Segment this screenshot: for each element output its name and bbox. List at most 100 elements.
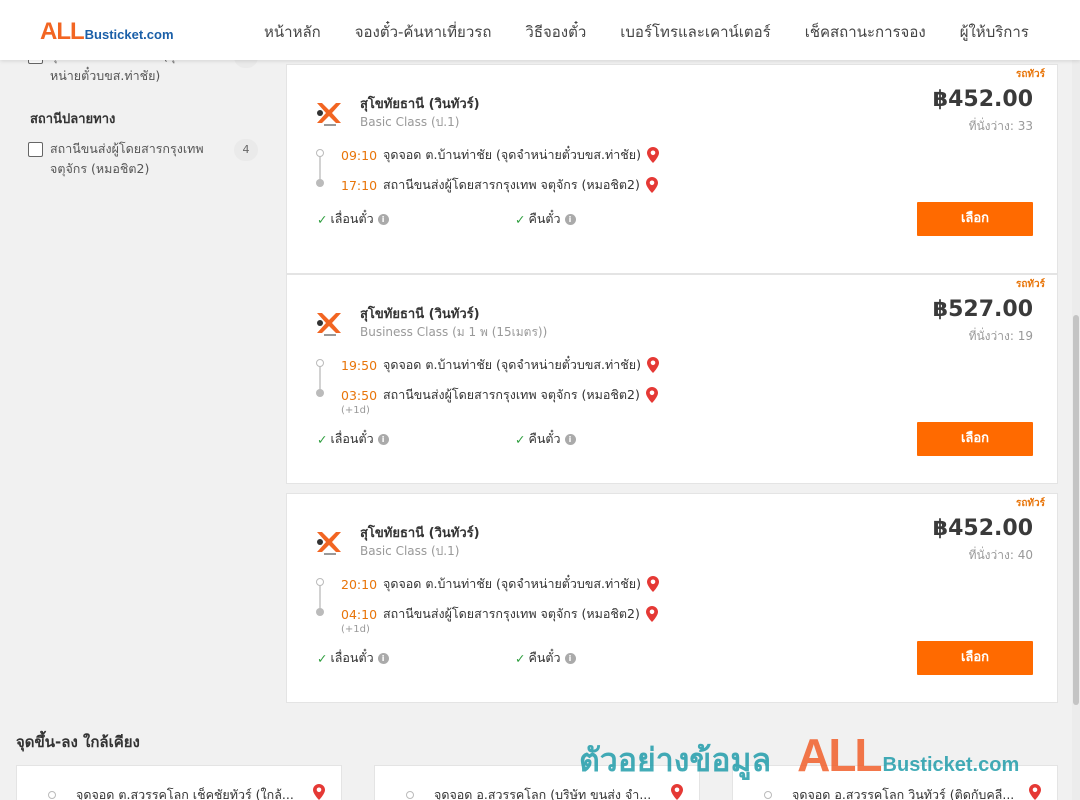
trip-card: รถทัวร์ สุโขทัยธานี (วินทัวร์) Business … xyxy=(286,274,1058,484)
departure-place: จุดจอด ต.บ้านท่าชัย (จุดจำหน่ายตั๋วบขส.ท… xyxy=(383,576,641,591)
map-pin-icon[interactable] xyxy=(313,784,325,800)
nearby-stop-label: จุดจอด อ.สวรรคโลก วินทัวร์ (ติดกับคลี... xyxy=(792,787,1015,800)
departure-row: 20:10 จุดจอด ต.บ้านท่าชัย (จุดจำหน่ายตั๋… xyxy=(341,574,659,594)
bus-type-tag: รถทัวร์ xyxy=(1015,69,1045,80)
nav-book-search[interactable]: จองตั๋ว-ค้นหาเที่ยวรถ xyxy=(355,20,492,44)
departure-row: 19:50 จุดจอด ต.บ้านท่าชัย (จุดจำหน่ายตั๋… xyxy=(341,355,659,375)
check-icon: ✓ xyxy=(317,431,328,447)
page-scrollbar[interactable] xyxy=(1072,60,1080,800)
operator-logo-icon xyxy=(317,313,341,336)
map-pin-icon[interactable] xyxy=(645,606,658,622)
nearby-stop-label: จุดจอด อ.สวรรคโลก (บริษัท ขนส่ง จำ... xyxy=(434,787,652,800)
check-icon: ✓ xyxy=(515,650,526,666)
logo-domain-text: Busticket.com xyxy=(84,27,174,42)
departure-time: 19:50 xyxy=(341,357,378,373)
refund-feature: ✓ คืนตั๋ว i xyxy=(515,648,576,668)
map-pin-icon[interactable] xyxy=(646,147,659,163)
departure-dot-icon xyxy=(316,578,324,586)
nearby-stop-card[interactable]: จุดจอด ต.สวรรคโลก เช็คชัยทัวร์ (ใกล้... xyxy=(16,765,342,800)
arrival-dot-icon xyxy=(316,608,324,616)
departure-place: จุดจอด ต.บ้านท่าชัย (จุดจำหน่ายตั๋วบขส.ท… xyxy=(383,357,641,372)
refund-feature: ✓ คืนตั๋ว i xyxy=(515,209,576,229)
info-icon[interactable]: i xyxy=(564,213,576,225)
scrollbar-thumb[interactable] xyxy=(1073,315,1079,705)
bus-class: Basic Class (ป.1) xyxy=(360,115,460,129)
info-icon[interactable]: i xyxy=(377,652,389,664)
destination-filter-title: สถานีปลายทาง xyxy=(30,112,116,127)
site-header: ALL Busticket.com หน้าหลัก จองตั๋ว-ค้นหา… xyxy=(0,0,1080,60)
trip-card: รถทัวร์ สุโขทัยธานี (วินทัวร์) Basic Cla… xyxy=(286,493,1058,703)
bus-type-tag: รถทัวร์ xyxy=(1015,279,1045,290)
select-trip-button[interactable]: เลือก xyxy=(917,641,1033,675)
nav-operators[interactable]: ผู้ให้บริการ xyxy=(960,20,1029,44)
check-icon: ✓ xyxy=(317,211,328,227)
available-seats: ที่นั่งว่าง: 33 xyxy=(968,119,1033,133)
stop-dot-icon xyxy=(764,791,772,799)
map-pin-icon[interactable] xyxy=(646,576,659,592)
info-icon[interactable]: i xyxy=(564,433,576,445)
arrival-row: 04:10 สถานีขนส่งผู้โดยสารกรุงเทพ จตุจักร… xyxy=(341,604,658,624)
nav-phone-counter[interactable]: เบอร์โทรและเคาน์เตอร์ xyxy=(620,20,770,44)
info-icon[interactable]: i xyxy=(377,213,389,225)
select-trip-button[interactable]: เลือก xyxy=(917,422,1033,456)
refund-label: คืนตั๋ว xyxy=(528,211,561,226)
logo-all-text: ALL xyxy=(40,18,85,45)
refund-label: คืนตั๋ว xyxy=(528,650,561,665)
arrival-place: สถานีขนส่งผู้โดยสารกรุงเทพ จตุจักร (หมอช… xyxy=(383,606,640,621)
arrival-row: 17:10 สถานีขนส่งผู้โดยสารกรุงเทพ จตุจักร… xyxy=(341,175,658,195)
destination-filter-option[interactable]: สถานีขนส่งผู้โดยสารกรุงเทพ จตุจักร (หมอช… xyxy=(28,139,260,179)
departure-row: 09:10 จุดจอด ต.บ้านท่าชัย (จุดจำหน่ายตั๋… xyxy=(341,145,659,165)
postpone-feature: ✓ เลื่อนตั๋ว i xyxy=(317,429,389,449)
nearby-stop-card[interactable]: จุดจอด อ.สวรรคโลก วินทัวร์ (ติดกับคลี... xyxy=(732,765,1058,800)
postpone-label: เลื่อนตั๋ว xyxy=(330,650,374,665)
arrival-time: 04:10 xyxy=(341,606,378,622)
filter-sidebar: จุดจอด ต.บ้านท่าชัย (จุดจำหน่ายตั๋วบขส.ท… xyxy=(28,46,260,179)
refund-label: คืนตั๋ว xyxy=(528,431,561,446)
map-pin-icon[interactable] xyxy=(1029,784,1041,800)
check-icon: ✓ xyxy=(317,650,328,666)
check-icon: ✓ xyxy=(515,211,526,227)
nav-home[interactable]: หน้าหลัก xyxy=(264,20,321,44)
destination-filter-label: สถานีขนส่งผู้โดยสารกรุงเทพ จตุจักร (หมอช… xyxy=(50,141,204,176)
arrival-dot-icon xyxy=(316,179,324,187)
nav-how-to-book[interactable]: วิธีจองตั๋ว xyxy=(525,20,586,44)
destination-filter-checkbox[interactable] xyxy=(28,142,43,157)
operator-name: สุโขทัยธานี (วินทัวร์) xyxy=(360,307,480,322)
arrival-row: 03:50 สถานีขนส่งผู้โดยสารกรุงเทพ จตุจักร… xyxy=(341,385,658,405)
arrival-time: 17:10 xyxy=(341,177,378,193)
ticket-price: ฿527.00 xyxy=(932,297,1033,322)
arrival-dot-icon xyxy=(316,389,324,397)
site-logo[interactable]: ALL Busticket.com xyxy=(40,18,174,46)
postpone-label: เลื่อนตั๋ว xyxy=(330,431,374,446)
postpone-feature: ✓ เลื่อนตั๋ว i xyxy=(317,209,389,229)
operator-logo-icon xyxy=(317,532,341,555)
available-seats: ที่นั่งว่าง: 19 xyxy=(968,329,1033,343)
arrival-place: สถานีขนส่งผู้โดยสารกรุงเทพ จตุจักร (หมอช… xyxy=(383,387,640,402)
bus-type-tag: รถทัวร์ xyxy=(1015,498,1045,509)
postpone-label: เลื่อนตั๋ว xyxy=(330,211,374,226)
map-pin-icon[interactable] xyxy=(646,357,659,373)
operator-name: สุโขทัยธานี (วินทัวร์) xyxy=(360,526,480,541)
next-day-indicator: (+1d) xyxy=(341,624,370,635)
info-icon[interactable]: i xyxy=(564,652,576,664)
main-nav: หน้าหลัก จองตั๋ว-ค้นหาเที่ยวรถ วิธีจองตั… xyxy=(264,20,1063,44)
stop-dot-icon xyxy=(48,791,56,799)
postpone-feature: ✓ เลื่อนตั๋ว i xyxy=(317,648,389,668)
nav-check-status[interactable]: เช็คสถานะการจอง xyxy=(805,20,926,44)
select-trip-button[interactable]: เลือก xyxy=(917,202,1033,236)
arrival-place: สถานีขนส่งผู้โดยสารกรุงเทพ จตุจักร (หมอช… xyxy=(383,177,640,192)
info-icon[interactable]: i xyxy=(377,433,389,445)
map-pin-icon[interactable] xyxy=(645,177,658,193)
map-pin-icon[interactable] xyxy=(671,784,683,800)
map-pin-icon[interactable] xyxy=(645,387,658,403)
check-icon: ✓ xyxy=(515,431,526,447)
nearby-stops-title: จุดขึ้น-ลง ใกล้เคียง xyxy=(16,733,140,751)
bus-class: Business Class (ม 1 พ (15เมตร)) xyxy=(360,325,548,339)
nearby-stop-label: จุดจอด ต.สวรรคโลก เช็คชัยทัวร์ (ใกล้... xyxy=(76,787,294,800)
stop-dot-icon xyxy=(406,791,414,799)
next-day-indicator: (+1d) xyxy=(341,405,370,416)
nearby-stop-card[interactable]: จุดจอด อ.สวรรคโลก (บริษัท ขนส่ง จำ... xyxy=(374,765,700,800)
departure-place: จุดจอด ต.บ้านท่าชัย (จุดจำหน่ายตั๋วบขส.ท… xyxy=(383,147,641,162)
ticket-price: ฿452.00 xyxy=(932,516,1033,541)
departure-time: 20:10 xyxy=(341,576,378,592)
